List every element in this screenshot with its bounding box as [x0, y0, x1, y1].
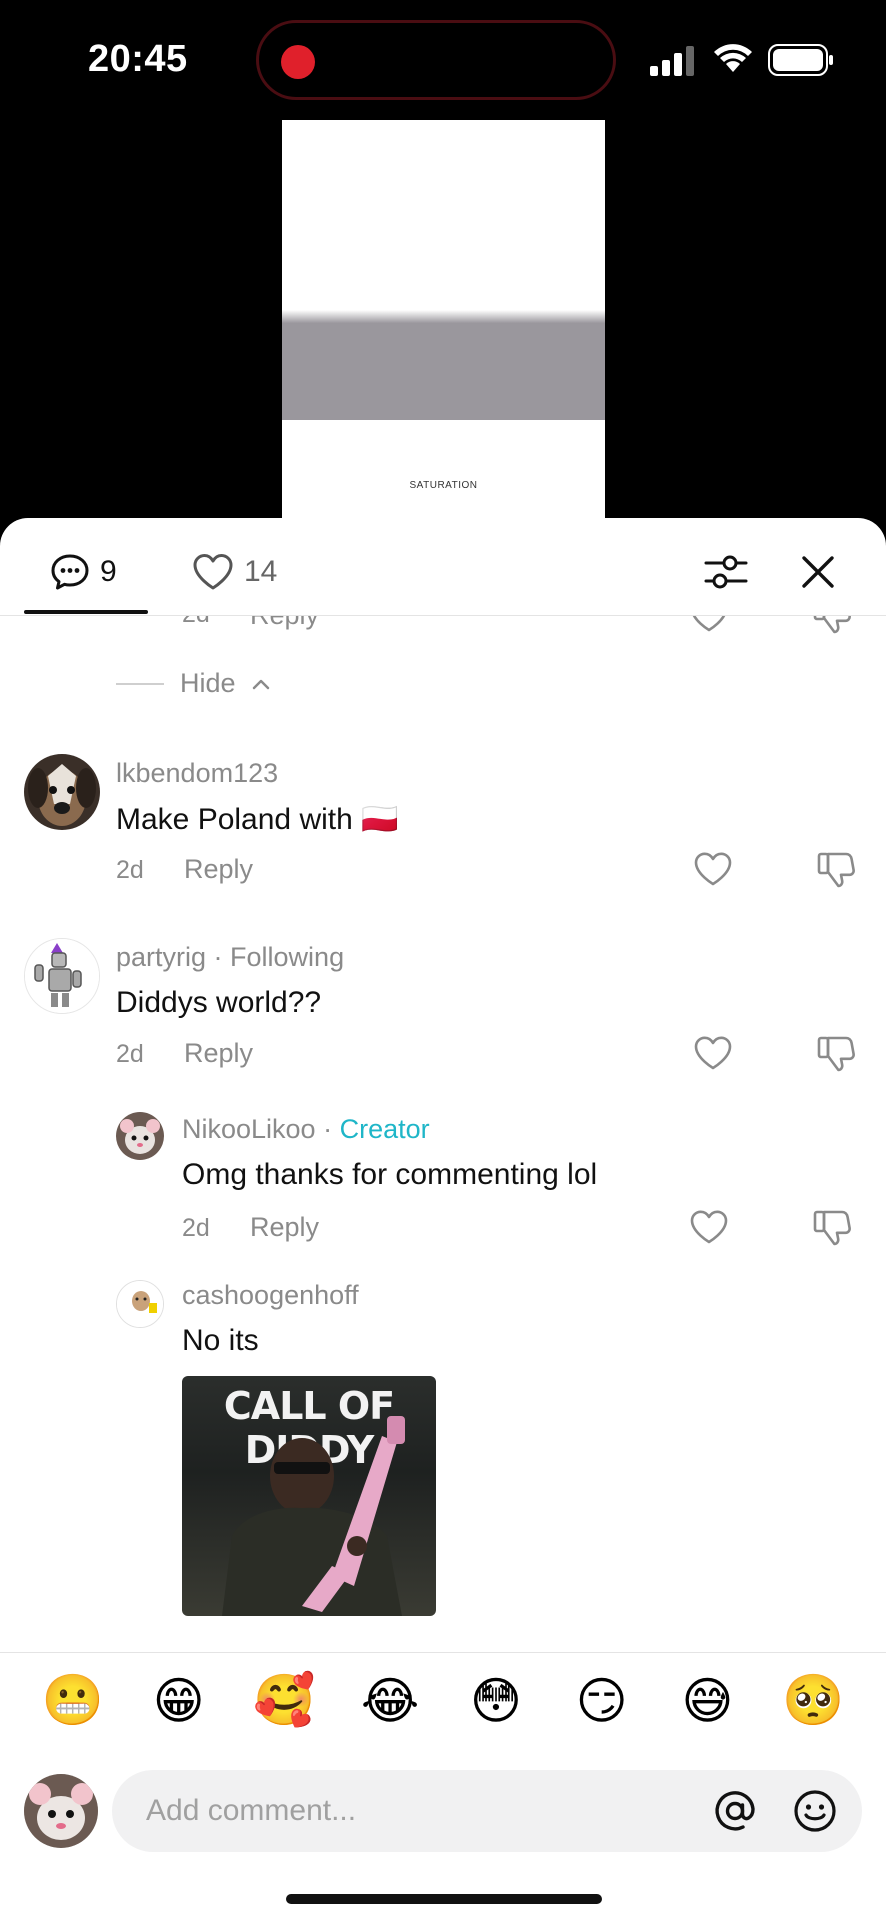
dislike-icon[interactable] — [812, 1208, 852, 1248]
hide-label: Hide — [180, 668, 236, 698]
comment-composer — [0, 1758, 886, 1868]
status-bar: 20:45 — [0, 0, 886, 120]
comment-text: Diddys world?? — [116, 986, 322, 1019]
comment-date: 2d — [116, 856, 144, 884]
likes-count: 14 — [244, 555, 278, 588]
reply-button[interactable]: Reply — [184, 854, 253, 885]
reply-button[interactable]: Reply — [250, 1212, 319, 1243]
emoji-smirk[interactable]: 😏 — [569, 1672, 635, 1730]
emoji-sweat-smile[interactable]: 😅 — [674, 1672, 740, 1730]
dog-avatar-image — [24, 754, 100, 830]
comments-sheet: 9 14 2d Reply — [0, 518, 886, 1920]
following-tag: · Following — [213, 942, 345, 972]
comment-text: Make Poland with 🇵🇱 — [116, 803, 399, 836]
comments-count: 9 — [100, 555, 117, 588]
preview-label: SATURATION — [409, 480, 478, 491]
emoji-flushed[interactable]: 😳 — [463, 1672, 529, 1730]
divider — [116, 682, 164, 685]
heart-icon[interactable] — [693, 850, 733, 890]
comment-username-text[interactable]: partyrig — [116, 942, 206, 972]
hide-replies-button[interactable]: Hide — [116, 668, 270, 699]
heart-icon[interactable] — [693, 1034, 733, 1074]
mention-at-icon[interactable] — [712, 1788, 758, 1834]
comment-input[interactable] — [146, 1770, 686, 1852]
close-icon[interactable] — [794, 548, 842, 596]
comments-list[interactable]: 2d Reply Hide — [0, 616, 886, 1652]
robot-avatar-image — [25, 939, 99, 1013]
chevron-up-icon — [252, 679, 269, 689]
wifi-icon — [714, 44, 752, 72]
comment-username[interactable]: NikooLikoo · Creator — [182, 1114, 430, 1145]
emoji-pleading[interactable]: 🥺 — [780, 1671, 846, 1730]
avatar[interactable] — [24, 938, 100, 1014]
dislike-icon[interactable] — [816, 1034, 856, 1074]
emoji-tears-of-joy[interactable]: 😂 — [357, 1672, 423, 1730]
video-preview[interactable]: SATURATION — [282, 120, 605, 520]
comment-date: 2d — [182, 1214, 210, 1242]
comment-text: Omg thanks for commenting lol — [182, 1158, 598, 1191]
sheet-header: 9 14 — [0, 518, 886, 616]
comment-username[interactable]: partyrig · Following — [116, 942, 344, 973]
avatar[interactable] — [24, 1774, 98, 1848]
emoji-grin[interactable]: 😁 — [146, 1672, 212, 1730]
recording-indicator-icon — [281, 45, 315, 79]
avatar[interactable] — [24, 754, 100, 830]
avatar[interactable] — [116, 1280, 164, 1328]
clock: 20:45 — [88, 38, 188, 80]
reply-button[interactable]: Reply — [184, 1038, 253, 1069]
filter-sliders-icon[interactable] — [702, 548, 750, 596]
cellular-signal-icon — [650, 46, 694, 76]
emoji-picker-icon[interactable] — [792, 1788, 838, 1834]
comment-bubble-icon — [51, 554, 89, 590]
avatar[interactable] — [116, 1112, 164, 1160]
home-indicator[interactable] — [286, 1894, 602, 1904]
heart-icon[interactable] — [689, 1208, 729, 1248]
tab-comments[interactable]: 9 — [50, 552, 117, 592]
rat-avatar-image — [24, 1774, 98, 1848]
emoji-smiling-hearts[interactable]: 🥰 — [251, 1671, 317, 1730]
dislike-icon[interactable] — [816, 850, 856, 890]
tab-likes[interactable]: 14 — [192, 552, 277, 592]
reply-button[interactable]: Reply — [250, 616, 319, 631]
comment-date: 2d — [182, 616, 210, 629]
preview-gray-band — [282, 310, 605, 420]
rat-avatar-image — [116, 1112, 164, 1160]
comment-text: No its — [182, 1324, 259, 1357]
emoji-quick-bar: 😬 😁 🥰 😂 😳 😏 😅 🥺 — [0, 1652, 886, 1748]
comment-username[interactable]: lkbendom123 — [116, 758, 278, 789]
dynamic-island — [256, 20, 616, 100]
heart-icon — [193, 554, 233, 590]
battery-icon — [768, 44, 833, 76]
comment-date: 2d — [116, 1040, 144, 1068]
emoji-grimacing[interactable]: 😬 — [40, 1671, 106, 1730]
dislike-icon[interactable] — [812, 616, 852, 636]
flag-avatar-image — [117, 1281, 163, 1327]
meme-figure-image — [222, 1416, 405, 1616]
separator-dot: · — [323, 1114, 333, 1144]
active-tab-indicator — [24, 610, 148, 614]
comment-username[interactable]: cashoogenhoff — [182, 1280, 359, 1311]
comment-input-box[interactable] — [112, 1770, 862, 1852]
comment-username-text[interactable]: NikooLikoo — [182, 1114, 316, 1144]
comment-image-meme[interactable]: CALL OF DIDDY — [182, 1376, 436, 1616]
heart-icon[interactable] — [689, 616, 729, 636]
creator-badge: Creator — [339, 1114, 430, 1144]
